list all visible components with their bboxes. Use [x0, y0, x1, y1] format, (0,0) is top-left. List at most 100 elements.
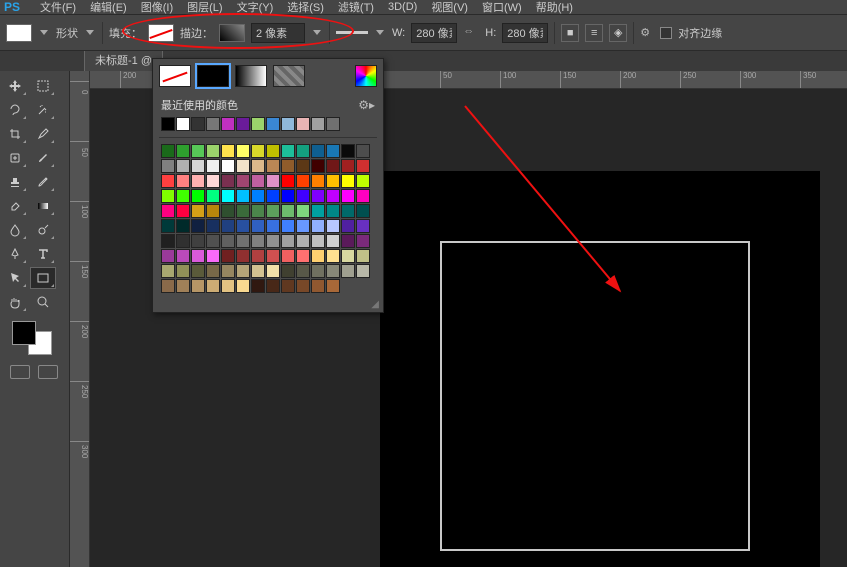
swatch[interactable] [326, 204, 340, 218]
swatch[interactable] [236, 189, 250, 203]
gradient-fill-button[interactable] [235, 65, 267, 87]
swatch[interactable] [191, 174, 205, 188]
swatch[interactable] [296, 189, 310, 203]
fill-swatch[interactable] [148, 24, 174, 42]
swatch[interactable] [311, 249, 325, 263]
solid-fill-button[interactable] [197, 65, 229, 87]
align-button[interactable]: ≡ [585, 24, 603, 42]
link-wh-icon[interactable]: ⇔ [463, 25, 479, 41]
swatch[interactable] [176, 159, 190, 173]
swatch[interactable] [251, 219, 265, 233]
swatch[interactable] [311, 234, 325, 248]
swatch[interactable] [206, 279, 220, 293]
menu-3d[interactable]: 3D(D) [388, 1, 417, 13]
swatch[interactable] [311, 279, 325, 293]
zoom-tool[interactable] [30, 291, 56, 313]
tool-icon-swatch[interactable] [6, 24, 32, 42]
wand-tool[interactable] [30, 99, 56, 121]
swatch[interactable] [176, 264, 190, 278]
swatch[interactable] [191, 117, 205, 131]
swatch[interactable] [191, 159, 205, 173]
swatch[interactable] [296, 159, 310, 173]
swatch[interactable] [281, 189, 295, 203]
swatch[interactable] [161, 234, 175, 248]
swatch[interactable] [326, 189, 340, 203]
menu-layer[interactable]: 图层(L) [187, 0, 222, 15]
eraser-tool[interactable] [2, 195, 28, 217]
stroke-swatch[interactable] [219, 24, 245, 42]
swatch[interactable] [221, 204, 235, 218]
swatch[interactable] [296, 264, 310, 278]
swatch[interactable] [221, 174, 235, 188]
pen-tool[interactable] [2, 243, 28, 265]
swatch[interactable] [296, 117, 310, 131]
swatch[interactable] [266, 279, 280, 293]
swatch[interactable] [281, 117, 295, 131]
swatch[interactable] [206, 264, 220, 278]
swatch[interactable] [356, 144, 370, 158]
swatch[interactable] [191, 189, 205, 203]
swatch[interactable] [191, 249, 205, 263]
swatch[interactable] [251, 279, 265, 293]
screenmode-button[interactable] [38, 365, 58, 379]
swatch[interactable] [311, 219, 325, 233]
swatch[interactable] [311, 204, 325, 218]
rectangle-shape[interactable] [440, 241, 750, 551]
swatch[interactable] [356, 174, 370, 188]
swatch[interactable] [341, 219, 355, 233]
swatch[interactable] [326, 159, 340, 173]
swatch[interactable] [266, 234, 280, 248]
gear-icon[interactable]: ⚙ [640, 26, 654, 40]
swatch[interactable] [251, 174, 265, 188]
swatch[interactable] [236, 264, 250, 278]
swatch[interactable] [251, 249, 265, 263]
swatch[interactable] [191, 264, 205, 278]
swatch[interactable] [341, 144, 355, 158]
swatch[interactable] [236, 174, 250, 188]
swatch[interactable] [326, 264, 340, 278]
swatch[interactable] [176, 189, 190, 203]
swatch[interactable] [356, 219, 370, 233]
swatch[interactable] [161, 249, 175, 263]
heal-tool[interactable] [2, 147, 28, 169]
swatch[interactable] [236, 279, 250, 293]
menu-type[interactable]: 文字(Y) [237, 0, 274, 15]
swatch[interactable] [161, 174, 175, 188]
hand-tool[interactable] [2, 291, 28, 313]
menu-view[interactable]: 视图(V) [431, 0, 468, 15]
swatch[interactable] [221, 144, 235, 158]
menu-filter[interactable]: 滤镜(T) [338, 0, 374, 15]
swatch[interactable] [161, 144, 175, 158]
swatch[interactable] [236, 234, 250, 248]
swatch[interactable] [221, 117, 235, 131]
menu-edit[interactable]: 编辑(E) [90, 0, 127, 15]
swatch[interactable] [206, 144, 220, 158]
swatch[interactable] [161, 117, 175, 131]
swatch[interactable] [281, 279, 295, 293]
swatch[interactable] [251, 159, 265, 173]
swatch[interactable] [236, 249, 250, 263]
swatch[interactable] [236, 159, 250, 173]
swatch[interactable] [311, 264, 325, 278]
swatch[interactable] [206, 117, 220, 131]
swatch[interactable] [281, 234, 295, 248]
stroke-style-dropdown[interactable] [374, 27, 386, 39]
swatch[interactable] [326, 174, 340, 188]
swatch[interactable] [161, 159, 175, 173]
swatch[interactable] [206, 204, 220, 218]
stamp-tool[interactable] [2, 171, 28, 193]
swatch[interactable] [281, 264, 295, 278]
swatch[interactable] [311, 189, 325, 203]
swatch[interactable] [251, 204, 265, 218]
swatch[interactable] [356, 264, 370, 278]
swatch[interactable] [161, 264, 175, 278]
ruler-vertical[interactable]: 0 50 100 150 200 250 300 [70, 71, 90, 567]
tool-preset-dropdown[interactable] [38, 27, 50, 39]
swatch[interactable] [266, 204, 280, 218]
swatch[interactable] [251, 264, 265, 278]
swatch[interactable] [191, 234, 205, 248]
swatch[interactable] [266, 117, 280, 131]
swatch[interactable] [326, 234, 340, 248]
swatch[interactable] [221, 264, 235, 278]
color-swatches[interactable] [12, 321, 52, 355]
